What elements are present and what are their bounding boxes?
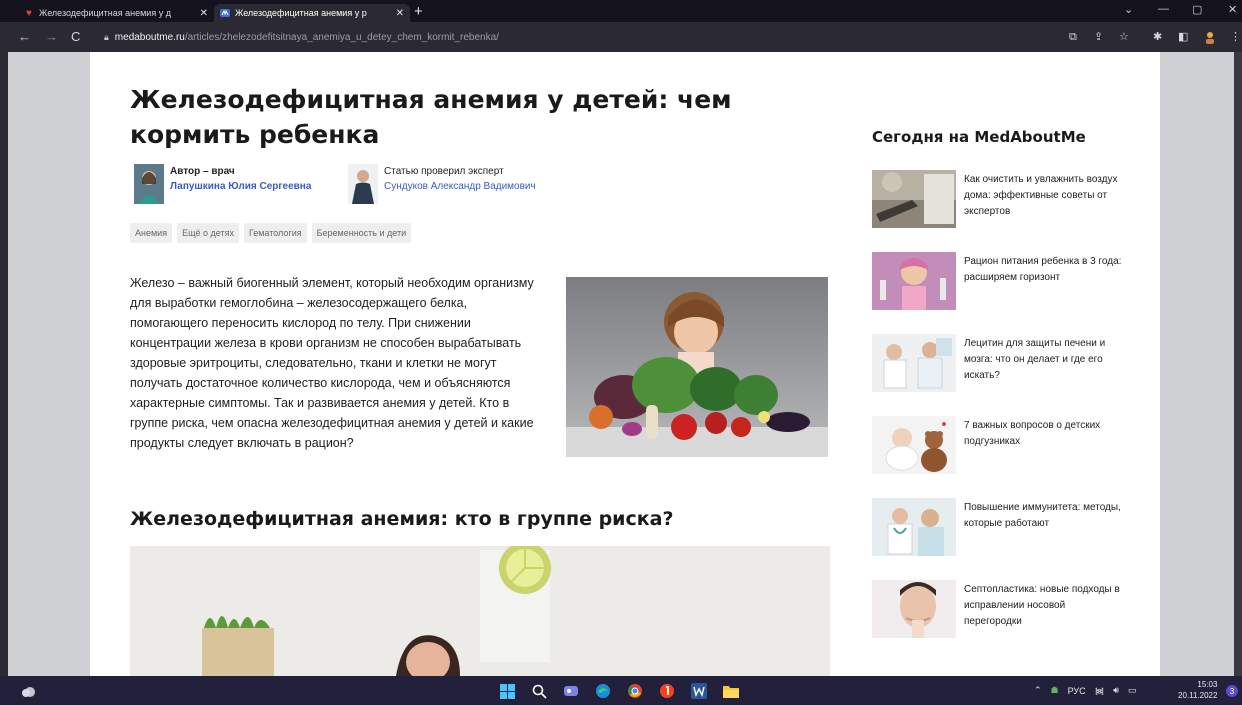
article-intro: Железо – важный биогенный элемент, котор… <box>130 273 830 463</box>
close-tab-icon[interactable]: ✕ <box>200 8 208 19</box>
lock-icon: 🔒︎ <box>104 31 109 42</box>
sidebar-article-6[interactable]: Септопластика: новые подходы в исправлен… <box>872 580 1122 638</box>
immunity-thumbnail <box>872 498 956 556</box>
close-tab-icon[interactable]: ✕ <box>396 8 404 19</box>
edge-browser-icon[interactable] <box>592 680 614 702</box>
yandex-browser-icon[interactable] <box>656 680 678 702</box>
new-tab-button[interactable]: + <box>414 3 423 20</box>
share-icon[interactable]: ⇪ <box>1094 30 1103 44</box>
reload-icon[interactable]: C <box>71 29 80 45</box>
sidebar-article-4[interactable]: 7 важных вопросов о детских подгузниках <box>872 416 1122 474</box>
url-domain: medaboutme.ru <box>114 31 185 43</box>
author-block[interactable]: Автор – врач Лапушкина Юлия Сергеевна <box>134 164 311 204</box>
sidebar-article-2[interactable]: Рацион питания ребенка в 3 года: расширя… <box>872 252 1122 310</box>
author-label: Автор – врач <box>170 166 235 177</box>
start-windows-icon[interactable] <box>496 680 518 702</box>
language-indicator[interactable]: РУС <box>1068 686 1086 696</box>
browser-tab-2[interactable]: Железодефицитная анемия у р ✕ <box>214 4 410 22</box>
teams-chat-icon[interactable] <box>560 680 582 702</box>
intro-text: Железо – важный биогенный элемент, котор… <box>130 276 534 450</box>
tag-pregnancy-kids[interactable]: Беременность и дети <box>311 223 412 243</box>
expert-block[interactable]: Статью проверил эксперт Сундуков Алексан… <box>348 164 536 204</box>
tag-kids[interactable]: Ещё о детях <box>177 223 239 243</box>
side-panel-icon[interactable]: ◧ <box>1178 30 1188 44</box>
battery-icon[interactable]: ▭ <box>1128 685 1137 696</box>
forward-arrow-icon[interactable]: → <box>45 29 58 45</box>
show-hidden-icons-chevron-icon[interactable]: ⌃ <box>1034 685 1042 696</box>
clock-date: 20.11.2022 <box>1178 691 1218 700</box>
extensions-puzzle-icon[interactable]: ✱ <box>1153 30 1162 44</box>
tab-title: Железодефицитная анемия у р <box>235 8 367 18</box>
tab-search-chevron-icon[interactable]: ⌄ <box>1124 3 1133 16</box>
sidebar-title: Сегодня на MedAboutMe <box>872 128 1086 146</box>
heart-favicon-icon: ♥ <box>26 7 32 19</box>
sidebar-article-1[interactable]: Как очистить и увлажнить воздух дома: эф… <box>872 170 1122 228</box>
diapers-thumbnail <box>872 416 956 474</box>
article-title: Железодефицитная анемия у детей: чем кор… <box>130 85 732 149</box>
septoplasty-thumbnail <box>872 580 956 638</box>
volume-icon[interactable]: 🔊︎ <box>1113 685 1119 696</box>
tab-strip: ♥ Железодефицитная анемия у д ✕ Железоде… <box>0 0 1242 22</box>
page-gutter-right <box>1160 52 1234 676</box>
wifi-icon[interactable]: ᯼ <box>1095 684 1105 697</box>
url-path: /articles/zhelezodefitsitnaya_anemiya_u_… <box>184 31 499 43</box>
sidebar-article-title: Как очистить и увлажнить воздух дома: эф… <box>964 174 1118 217</box>
close-window-button[interactable]: ✕ <box>1228 3 1237 16</box>
article-page: Железодефицитная анемия у детей: чем кор… <box>90 52 1160 676</box>
taskbar-clock[interactable]: 15:03 20.11.2022 <box>1178 679 1217 701</box>
back-arrow-icon[interactable]: ← <box>18 29 31 45</box>
section-heading: Железодефицитная анемия: кто в группе ри… <box>130 508 674 530</box>
expert-photo <box>348 164 378 204</box>
address-bar[interactable]: 🔒︎ medaboutme.ru /articles/zhelezodefits… <box>104 27 1104 47</box>
sidebar-article-3[interactable]: Лецитин для защиты печени и мозга: что о… <box>872 334 1122 392</box>
expert-name-link[interactable]: Сундуков Александр Вадимович <box>384 179 536 194</box>
bookmark-star-icon[interactable]: ☆ <box>1119 30 1129 44</box>
network-drive-icon[interactable]: ☗ <box>1051 685 1059 696</box>
clock-time: 15:03 <box>1197 680 1218 689</box>
article-tags: Анемия Ещё о детях Гематология Беременно… <box>130 223 412 243</box>
child-nutrition-thumbnail <box>872 252 956 310</box>
section-hero-image <box>130 546 830 676</box>
weather-widget-icon[interactable] <box>18 680 40 702</box>
sidebar-article-title: Повышение иммунитета: методы, которые ра… <box>964 502 1121 529</box>
sidebar-article-title: Рацион питания ребенка в 3 года: расширя… <box>964 256 1122 283</box>
expert-label: Статью проверил эксперт <box>384 166 504 177</box>
system-tray: ⌃ ☗ РУС ᯼ 🔊︎ ▭ <box>1034 684 1136 697</box>
file-explorer-icon[interactable] <box>720 680 742 702</box>
browser-toolbar: ← → C 🔒︎ medaboutme.ru /articles/zhelezo… <box>0 22 1242 52</box>
word-icon[interactable] <box>688 680 710 702</box>
browser-tab-1[interactable]: ♥ Железодефицитная анемия у д ✕ <box>18 4 214 22</box>
author-photo <box>134 164 164 204</box>
lecithin-thumbnail <box>872 334 956 392</box>
tag-hematology[interactable]: Гематология <box>243 223 307 243</box>
page-scrollbar[interactable] <box>1234 52 1242 676</box>
child-with-vegetables-image <box>566 277 828 457</box>
profile-avatar-icon[interactable] <box>1203 30 1217 48</box>
tab-title: Железодефицитная анемия у д <box>39 8 171 18</box>
tag-anemia[interactable]: Анемия <box>130 223 173 243</box>
sidebar-article-title: 7 важных вопросов о детских подгузниках <box>964 420 1101 447</box>
air-purifier-thumbnail <box>872 170 956 228</box>
sidebar-article-title: Лецитин для защиты печени и мозга: что о… <box>964 338 1106 381</box>
author-name-link[interactable]: Лапушкина Юлия Сергеевна <box>170 179 311 194</box>
maximize-button[interactable]: ▢ <box>1192 3 1202 16</box>
chrome-browser-icon[interactable] <box>624 680 646 702</box>
taskbar: ⌃ ☗ РУС ᯼ 🔊︎ ▭ 15:03 20.11.2022 3 <box>0 676 1242 705</box>
minimize-button[interactable]: — <box>1158 3 1169 15</box>
notification-badge[interactable]: 3 <box>1226 685 1238 697</box>
web-viewport: Железодефицитная анемия у детей: чем кор… <box>0 52 1242 676</box>
sidebar-article-5[interactable]: Повышение иммунитета: методы, которые ра… <box>872 498 1122 556</box>
medaboutme-favicon-icon <box>220 8 230 18</box>
page-gutter-left <box>8 52 90 676</box>
sidebar-article-title: Септопластика: новые подходы в исправлен… <box>964 584 1120 627</box>
search-icon[interactable] <box>528 680 550 702</box>
install-app-icon[interactable]: ⧉ <box>1069 30 1077 44</box>
browser-menu-icon[interactable]: ⋮ <box>1230 30 1241 44</box>
